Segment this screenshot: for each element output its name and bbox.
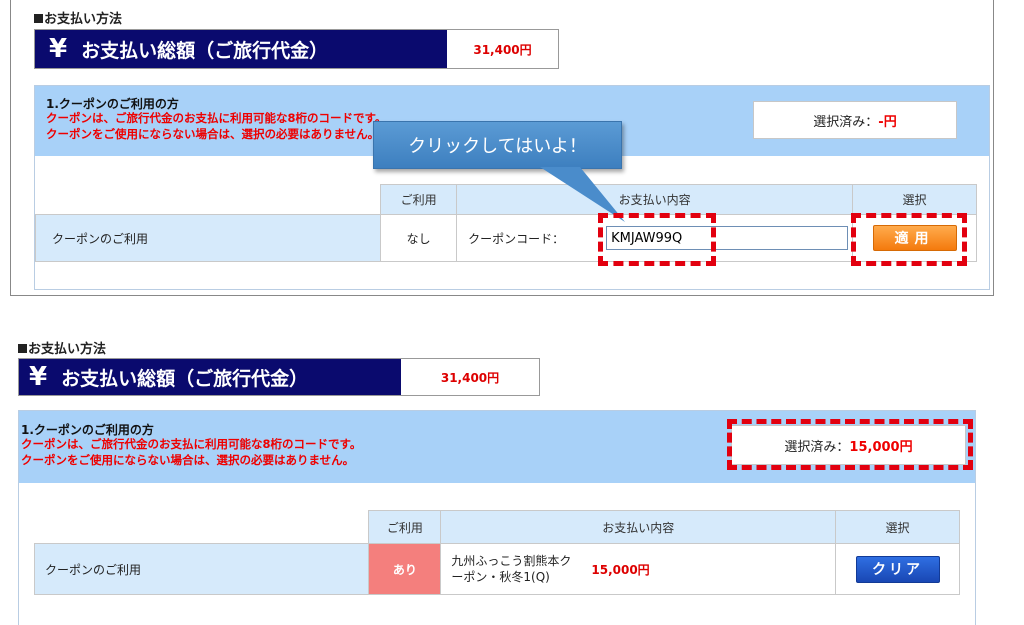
- payment-total: ¥ お支払い総額（ご旅行代金） 31,400円: [18, 358, 540, 396]
- section-heading: お支払い方法: [18, 338, 106, 357]
- highlight-selected-amount: [727, 419, 973, 470]
- coupon-section: 1.クーポンのご利用の方 クーポンは、ご旅行代金のお支払に利用可能な8桁のコード…: [34, 85, 990, 290]
- highlight-apply-button: [851, 213, 967, 266]
- row-name: クーポンのご利用: [33, 543, 370, 595]
- coupon-name: 九州ふっこう割熊本ク ーポン・秋冬1(Q): [451, 554, 572, 584]
- payment-total: ¥ お支払い総額（ご旅行代金） 31,400円: [34, 29, 559, 69]
- yen-icon: ¥: [49, 34, 68, 64]
- table-row: クーポンのご利用 あり 九州ふっこう割熊本ク ーポン・秋冬1(Q) 15,000…: [33, 543, 960, 595]
- payment-total-label: ¥ お支払い総額（ご旅行代金）: [35, 30, 447, 68]
- frame-left-border: [10, 0, 11, 296]
- square-bullet-icon: [34, 14, 43, 23]
- frame-bottom-border: [10, 295, 994, 296]
- coupon-detail-cell: 九州ふっこう割熊本ク ーポン・秋冬1(Q) 15,000円: [440, 543, 837, 595]
- callout-tooltip: クリックしてはいよ！: [373, 121, 622, 169]
- highlight-code-input: [598, 213, 716, 266]
- row-name: クーポンのご利用: [34, 214, 382, 262]
- frame-right-border: [993, 0, 994, 296]
- col-header-content: お支払い内容: [440, 510, 837, 544]
- table-row: クーポンのご利用 なし クーポンコード： 適用: [34, 214, 977, 262]
- coupon-notice-1: クーポンは、ご旅行代金のお支払に利用可能な8桁のコードです。: [46, 111, 387, 125]
- section-heading: お支払い方法: [34, 8, 122, 27]
- selected-amount-box: 選択済み： -円: [753, 101, 957, 139]
- coupon-notice-1: クーポンは、ご旅行代金のお支払に利用可能な8桁のコードです。: [21, 437, 362, 451]
- payment-total-value: 31,400円: [473, 42, 532, 57]
- square-bullet-icon: [18, 344, 27, 353]
- clear-button[interactable]: クリア: [855, 555, 940, 583]
- col-header-content: お支払い内容: [456, 184, 854, 215]
- col-header-select: 選択: [835, 510, 960, 544]
- col-header-use: ご利用: [368, 510, 442, 544]
- payment-total-label: ¥ お支払い総額（ご旅行代金）: [19, 359, 401, 395]
- col-header-use: ご利用: [380, 184, 458, 215]
- col-header-select: 選択: [852, 184, 977, 215]
- coupon-table: ご利用 お支払い内容 選択 クーポンのご利用 あり 九州ふっこう割熊本ク ーポン…: [33, 510, 960, 595]
- clear-cell: クリア: [835, 543, 960, 595]
- payment-total-value: 31,400円: [440, 370, 500, 385]
- coupon-notice-2: クーポンをご使用にならない場合は、選択の必要はありません。: [46, 127, 380, 141]
- coupon-table: ご利用 お支払い内容 選択 クーポンのご利用 なし クーポンコード： 適用: [34, 184, 977, 262]
- coupon-amount: 15,000円: [591, 562, 650, 577]
- coupon-notice-2: クーポンをご使用にならない場合は、選択の必要はありません。: [21, 453, 355, 467]
- yen-icon: ¥: [29, 362, 48, 392]
- coupon-code-label: クーポンコード：: [468, 231, 565, 246]
- row-use-status: あり: [368, 543, 442, 595]
- row-use-status: なし: [380, 214, 458, 262]
